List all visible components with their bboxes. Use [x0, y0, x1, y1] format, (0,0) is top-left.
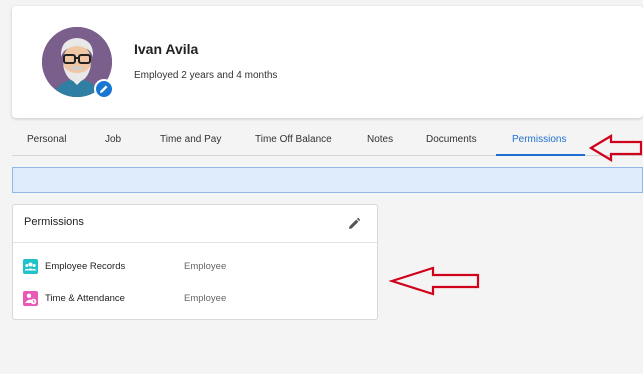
permissions-card-header: Permissions [13, 205, 377, 243]
tab-time-and-pay[interactable]: Time and Pay [160, 125, 221, 156]
permission-row-employee-records: Employee Records Employee [13, 257, 377, 277]
permissions-card: Permissions Employee Records Employee Ti… [12, 204, 378, 320]
permission-label: Time & Attendance [45, 293, 125, 304]
annotation-arrow-permissions [389, 266, 480, 296]
tab-personal[interactable]: Personal [27, 125, 66, 156]
avatar-container [42, 27, 114, 99]
person-clock-icon [23, 291, 38, 306]
info-banner [12, 167, 643, 193]
pencil-icon [100, 85, 108, 93]
employment-tenure: Employed 2 years and 4 months [134, 70, 278, 81]
people-icon [23, 259, 38, 274]
permission-value: Employee [184, 261, 227, 272]
tab-time-off-balance[interactable]: Time Off Balance [255, 125, 332, 156]
permission-value: Employee [184, 293, 227, 304]
edit-permissions-pencil-icon[interactable] [347, 217, 361, 231]
profile-header-card: Ivan Avila Employed 2 years and 4 months [12, 6, 643, 118]
annotation-arrow-tab [589, 134, 643, 162]
tab-job[interactable]: Job [105, 125, 121, 156]
tab-documents[interactable]: Documents [426, 125, 477, 156]
permission-label: Employee Records [45, 261, 126, 272]
edit-photo-button[interactable] [94, 79, 114, 99]
profile-tabs: Personal Job Time and Pay Time Off Balan… [12, 125, 643, 156]
tab-permissions[interactable]: Permissions [512, 125, 566, 156]
tab-notes[interactable]: Notes [367, 125, 393, 156]
employee-name: Ivan Avila [134, 41, 199, 57]
permissions-title: Permissions [24, 216, 84, 228]
active-tab-indicator [496, 154, 585, 156]
permission-row-time-attendance: Time & Attendance Employee [13, 289, 377, 309]
